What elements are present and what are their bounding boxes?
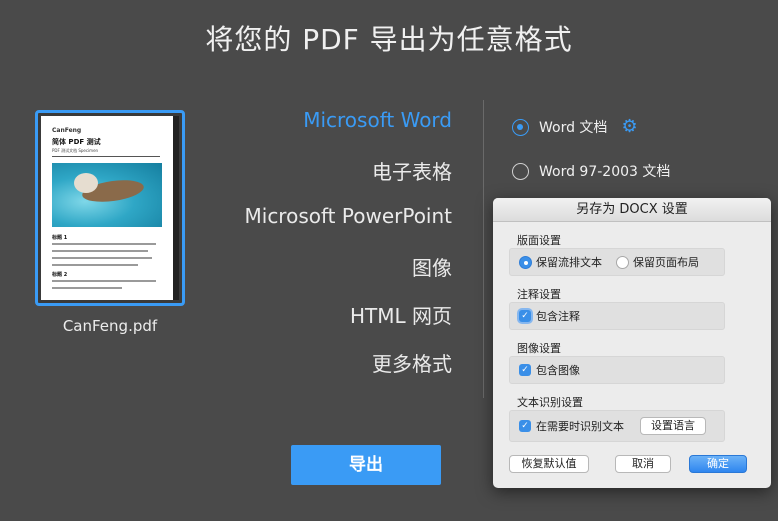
otter-head <box>74 173 98 193</box>
page-small-text: CanFeng <box>52 127 82 134</box>
format-item-html[interactable]: HTML 网页 <box>245 300 452 348</box>
include-comments-label: 包含注释 <box>536 310 580 323</box>
format-item-word[interactable]: Microsoft Word <box>245 108 452 156</box>
word-doc-radio[interactable] <box>512 118 529 136</box>
page-section-2: 标题 2 <box>52 272 68 278</box>
pdf-page: CanFeng 简体 PDF 测试 PDF 测试文档 Specimen 标题 1… <box>41 116 179 300</box>
layout-settings-label: 版面设置 <box>517 234 561 247</box>
ok-button[interactable]: 确定 <box>689 455 747 473</box>
format-item-powerpoint[interactable]: Microsoft PowerPoint <box>245 204 453 252</box>
ocr-settings-label: 文本识别设置 <box>517 396 583 409</box>
format-item-more[interactable]: 更多格式 <box>245 348 452 396</box>
page-rule <box>52 156 160 157</box>
cancel-button[interactable]: 取消 <box>615 455 671 473</box>
word-doc-label: Word 文档 <box>539 120 608 136</box>
image-settings-box: ✓ 包含图像 <box>509 356 725 384</box>
option-word-97[interactable]: Word 97-2003 文档 <box>512 161 670 181</box>
ocr-settings-box: ✓ 在需要时识别文本 设置语言 <box>509 410 725 442</box>
include-comments-checkbox[interactable]: ✓ <box>519 310 531 322</box>
export-button[interactable]: 导出 <box>291 445 441 485</box>
page-title: 将您的 PDF 导出为任意格式 <box>205 23 573 56</box>
restore-defaults-button[interactable]: 恢复默认值 <box>509 455 589 473</box>
word-97-label: Word 97-2003 文档 <box>539 164 671 180</box>
gear-icon[interactable]: ⚙ <box>621 118 637 136</box>
page-text-line <box>52 280 156 282</box>
page-text-line <box>52 243 156 245</box>
include-images-label: 包含图像 <box>536 364 580 377</box>
page-section-1: 标题 1 <box>52 235 68 241</box>
option-word-doc[interactable]: Word 文档 ⚙ <box>512 117 638 137</box>
flow-text-radio[interactable] <box>519 255 532 269</box>
docx-settings-dialog: 另存为 DOCX 设置 版面设置 保留流排文本 保留页面布局 注释设置 ✓ 包含… <box>493 198 771 488</box>
comments-settings-label: 注释设置 <box>517 288 561 301</box>
flow-text-label: 保留流排文本 <box>536 256 602 269</box>
pdf-preview-thumbnail[interactable]: CanFeng 简体 PDF 测试 PDF 测试文档 Specimen 标题 1… <box>35 110 185 306</box>
dialog-title: 另存为 DOCX 设置 <box>493 198 771 222</box>
file-name: CanFeng.pdf <box>62 317 158 335</box>
set-language-button[interactable]: 设置语言 <box>640 417 706 435</box>
page-subtitle: PDF 测试文档 Specimen <box>52 148 99 153</box>
comments-settings-box: ✓ 包含注释 <box>509 302 725 330</box>
page-text-line <box>52 257 152 259</box>
page-heading: 简体 PDF 测试 <box>52 138 101 146</box>
page-layout-radio[interactable] <box>616 255 629 269</box>
layout-settings-box: 保留流排文本 保留页面布局 <box>509 248 725 276</box>
word-97-radio[interactable] <box>512 162 529 180</box>
otter-image <box>52 163 162 227</box>
include-images-checkbox[interactable]: ✓ <box>519 364 531 376</box>
page-layout-label: 保留页面布局 <box>633 256 699 269</box>
ocr-checkbox[interactable]: ✓ <box>519 420 531 432</box>
page-text-line <box>52 250 148 252</box>
format-item-spreadsheet[interactable]: 电子表格 <box>245 156 452 204</box>
page-text-line <box>52 287 122 289</box>
vertical-divider <box>483 100 484 398</box>
format-list: Microsoft Word 电子表格 Microsoft PowerPoint… <box>245 108 453 396</box>
image-settings-label: 图像设置 <box>517 342 561 355</box>
ocr-label: 在需要时识别文本 <box>536 420 624 433</box>
page-text-line <box>52 264 138 266</box>
format-item-image[interactable]: 图像 <box>245 252 452 300</box>
